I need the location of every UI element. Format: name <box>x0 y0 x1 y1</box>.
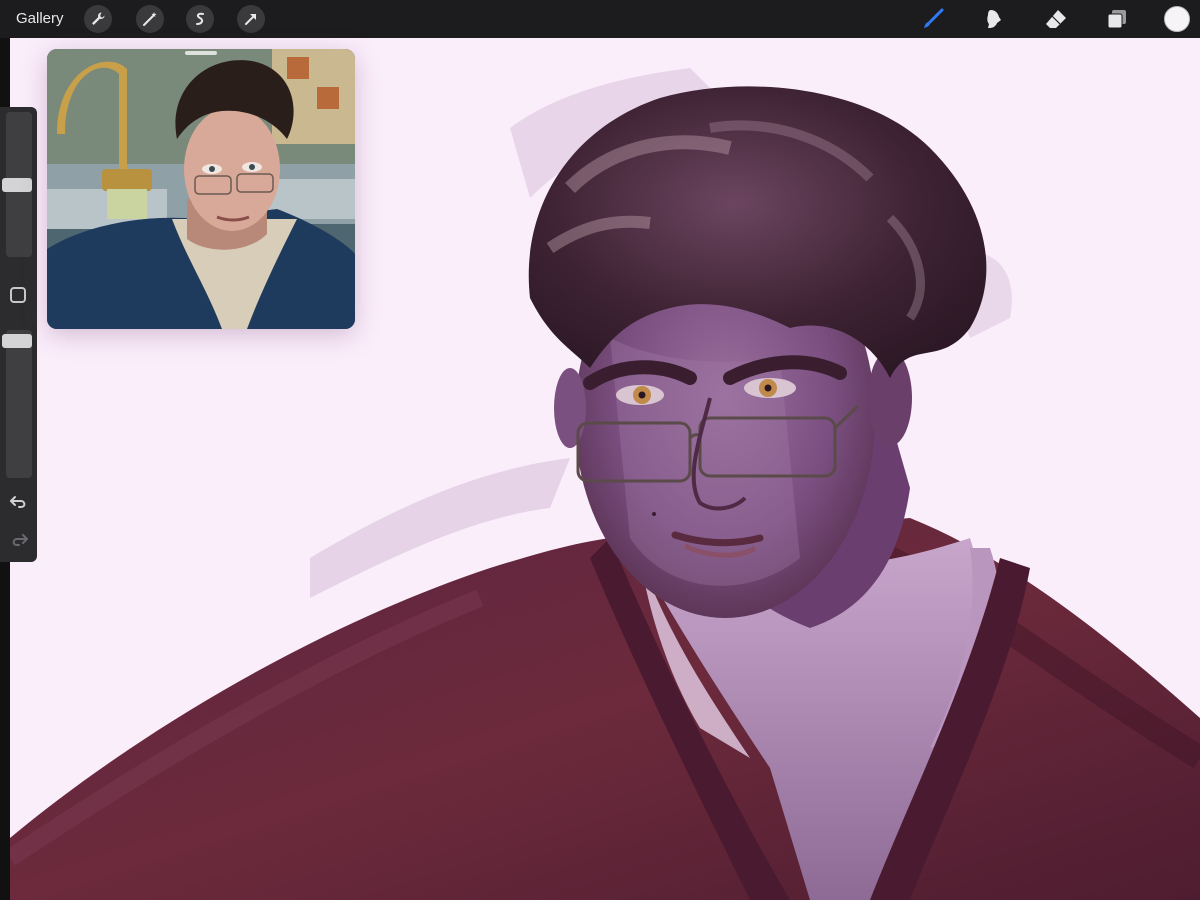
opacity-slider[interactable] <box>6 330 32 478</box>
layers-button[interactable] <box>1104 6 1130 32</box>
layers-icon <box>1107 10 1126 29</box>
wrench-icon <box>92 12 105 25</box>
selection-button[interactable] <box>186 5 214 33</box>
opacity-thumb[interactable] <box>2 334 32 349</box>
smudge-button[interactable] <box>981 6 1007 32</box>
gallery-button[interactable]: Gallery <box>16 10 64 27</box>
selection-icon <box>196 12 204 25</box>
eraser-icon <box>1046 10 1066 28</box>
top-toolbar: Gallery <box>0 0 1200 38</box>
brush-size-thumb[interactable] <box>2 177 32 192</box>
modify-button[interactable] <box>10 287 26 303</box>
adjustments-button[interactable] <box>136 5 164 33</box>
brush-icon <box>924 8 944 28</box>
left-sidebar <box>0 107 37 562</box>
brush-button[interactable] <box>920 6 946 32</box>
reference-window-handle[interactable] <box>185 51 217 55</box>
redo-icon[interactable] <box>9 530 29 550</box>
magic-wand-icon <box>143 12 157 26</box>
smudge-icon <box>987 10 1001 28</box>
reference-photo <box>47 49 355 329</box>
transform-arrow-icon <box>245 14 256 25</box>
actions-button[interactable] <box>84 5 112 33</box>
color-picker-button[interactable] <box>1164 6 1190 32</box>
undo-icon[interactable] <box>9 492 29 512</box>
eraser-button[interactable] <box>1043 6 1069 32</box>
reference-image-window[interactable] <box>47 49 355 329</box>
transform-button[interactable] <box>237 5 265 33</box>
